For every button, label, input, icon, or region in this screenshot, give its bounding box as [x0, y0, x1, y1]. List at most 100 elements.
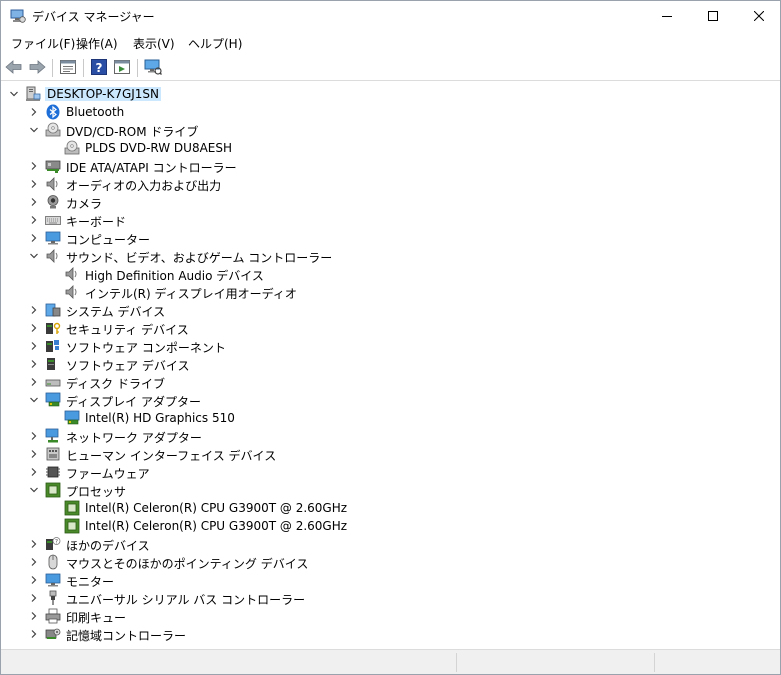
chevron-right-icon[interactable] [28, 466, 40, 478]
menu-view[interactable]: 表示(V) [132, 35, 176, 52]
chevron-down-icon[interactable] [28, 394, 40, 406]
tree-category[interactable]: セキュリティ デバイス [1, 319, 780, 337]
chevron-down-icon[interactable] [8, 88, 20, 100]
tree-item-label: ファームウェア [66, 467, 150, 481]
tree-category[interactable]: ? ほかのデバイス [1, 535, 780, 553]
chevron-right-icon[interactable] [28, 430, 40, 442]
chevron-right-icon[interactable] [28, 628, 40, 640]
chevron-right-icon[interactable] [28, 214, 40, 226]
tree-item-label: Intel(R) Celeron(R) CPU G3900T @ 2.60GHz [85, 519, 348, 533]
tree-category[interactable]: IDE ATA/ATAPI コントローラー [1, 157, 780, 175]
tree-item-label: DVD/CD-ROM ドライブ [66, 125, 199, 139]
tree-category[interactable]: ソフトウェア コンポーネント [1, 337, 780, 355]
chevron-down-icon[interactable] [28, 484, 40, 496]
display-adapter-icon [45, 392, 61, 408]
tree-category[interactable]: コンピューター [1, 229, 780, 247]
minimize-button[interactable] [644, 1, 690, 31]
tree-device[interactable]: High Definition Audio デバイス [1, 265, 780, 283]
tree-item-label: ユニバーサル シリアル バス コントローラー [66, 593, 306, 607]
menu-action[interactable]: 操作(A) [75, 35, 119, 52]
tree-category[interactable]: ファームウェア [1, 463, 780, 481]
tree-item-label: ディスプレイ アダプター [66, 395, 201, 409]
svg-text:?: ? [55, 538, 58, 545]
chevron-right-icon[interactable] [28, 340, 40, 352]
display-adapter-icon [64, 410, 80, 426]
title-bar[interactable]: デバイス マネージャー [1, 1, 780, 31]
properties-button[interactable] [58, 58, 78, 78]
tree-category[interactable]: Bluetooth [1, 103, 780, 121]
device-tree[interactable]: DESKTOP-K7GJ1SN Bluetooth DVD/CD-ROM ドライブ… [1, 83, 780, 649]
tree-item-label: モニター [66, 575, 115, 589]
chevron-right-icon[interactable] [28, 358, 40, 370]
chevron-right-icon[interactable] [28, 592, 40, 604]
tree-item-label: ヒューマン インターフェイス デバイス [66, 449, 277, 463]
tree-category[interactable]: マウスとそのほかのポインティング デバイス [1, 553, 780, 571]
printer-icon [45, 608, 61, 624]
tree-category[interactable]: ディスプレイ アダプター [1, 391, 780, 409]
tree-category[interactable]: ヒューマン インターフェイス デバイス [1, 445, 780, 463]
chevron-right-icon[interactable] [28, 556, 40, 568]
tree-category[interactable]: ディスク ドライブ [1, 373, 780, 391]
hid-icon [45, 446, 61, 462]
tree-category[interactable]: モニター [1, 571, 780, 589]
chevron-right-icon[interactable] [28, 574, 40, 586]
chevron-right-icon[interactable] [28, 376, 40, 388]
menu-file[interactable]: ファイル(F) [10, 35, 76, 52]
chevron-right-icon[interactable] [28, 448, 40, 460]
tree-item-label: IDE ATA/ATAPI コントローラー [66, 161, 237, 175]
network-adapter-icon [45, 428, 61, 444]
tree-category[interactable]: システム デバイス [1, 301, 780, 319]
chevron-right-icon[interactable] [28, 610, 40, 622]
tree-root-label: DESKTOP-K7GJ1SN [45, 87, 162, 101]
tree-item-label: システム デバイス [66, 305, 166, 319]
tree-category[interactable]: ユニバーサル シリアル バス コントローラー [1, 589, 780, 607]
tree-root[interactable]: DESKTOP-K7GJ1SN [1, 85, 780, 103]
chevron-right-icon[interactable] [28, 322, 40, 334]
tree-item-label: セキュリティ デバイス [66, 323, 189, 337]
other-device-icon: ? [45, 536, 61, 552]
chevron-right-icon[interactable] [28, 160, 40, 172]
chevron-down-icon[interactable] [28, 124, 40, 136]
tree-category[interactable]: DVD/CD-ROM ドライブ [1, 121, 780, 139]
back-icon [5, 59, 23, 77]
tree-item-label: サウンド、ビデオ、およびゲーム コントローラー [66, 251, 333, 265]
tree-device[interactable]: インテル(R) ディスプレイ用オーディオ [1, 283, 780, 301]
forward-button[interactable] [27, 58, 47, 78]
tree-category[interactable]: カメラ [1, 193, 780, 211]
tree-category[interactable]: プロセッサ [1, 481, 780, 499]
chevron-down-icon[interactable] [28, 250, 40, 262]
monitor-icon [45, 572, 61, 588]
tree-category[interactable]: サウンド、ビデオ、およびゲーム コントローラー [1, 247, 780, 265]
tree-device[interactable]: PLDS DVD-RW DU8AESH [1, 139, 780, 157]
software-component-icon [45, 338, 61, 354]
tree-category[interactable]: 記憶域コントローラー [1, 625, 780, 643]
toolbar-separator [52, 59, 53, 77]
scan-hardware-button[interactable] [143, 58, 163, 78]
tree-category[interactable]: オーディオの入力および出力 [1, 175, 780, 193]
menu-help[interactable]: ヘルプ(H) [187, 35, 243, 52]
maximize-icon [708, 11, 718, 21]
chevron-right-icon[interactable] [28, 232, 40, 244]
help-button[interactable]: ? [89, 58, 109, 78]
tree-item-label: マウスとそのほかのポインティング デバイス [66, 557, 309, 571]
tree-device[interactable]: Intel(R) Celeron(R) CPU G3900T @ 2.60GHz [1, 517, 780, 535]
maximize-button[interactable] [690, 1, 736, 31]
tree-category[interactable]: 印刷キュー [1, 607, 780, 625]
close-button[interactable] [736, 1, 781, 31]
tree-category[interactable]: ソフトウェア デバイス [1, 355, 780, 373]
tree-category[interactable]: ネットワーク アダプター [1, 427, 780, 445]
usb-icon [45, 590, 61, 606]
run-button[interactable] [112, 58, 132, 78]
tree-category[interactable]: キーボード [1, 211, 780, 229]
status-bar [1, 649, 780, 674]
chevron-right-icon[interactable] [28, 304, 40, 316]
tree-device[interactable]: Intel(R) HD Graphics 510 [1, 409, 780, 427]
tree-device[interactable]: Intel(R) Celeron(R) CPU G3900T @ 2.60GHz [1, 499, 780, 517]
chevron-right-icon[interactable] [28, 106, 40, 118]
speaker-icon [64, 284, 80, 300]
tree-item-label: Bluetooth [66, 105, 125, 119]
chevron-right-icon[interactable] [28, 538, 40, 550]
chevron-right-icon[interactable] [28, 196, 40, 208]
chevron-right-icon[interactable] [28, 178, 40, 190]
back-button[interactable] [4, 58, 24, 78]
